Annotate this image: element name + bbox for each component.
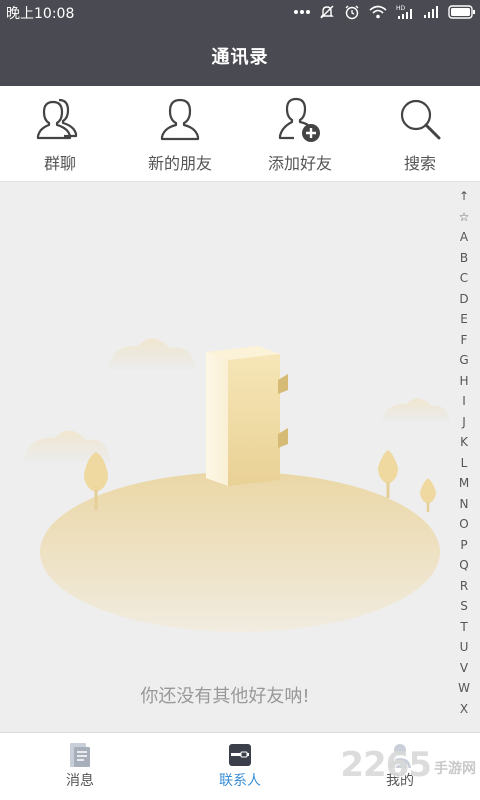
alpha-letter[interactable]: W — [458, 678, 470, 699]
add-friend-icon — [278, 97, 320, 142]
signal-icon — [424, 6, 438, 18]
nav-contacts[interactable]: 联系人 — [160, 733, 320, 800]
new-friend-button[interactable]: 新的朋友 — [120, 86, 240, 182]
alpha-letter[interactable]: S — [460, 596, 468, 617]
alpha-letter[interactable]: H — [459, 371, 468, 392]
alarm-icon — [345, 5, 359, 20]
action-row: 群聊 新的朋友 添加好友 搜索 — [0, 86, 480, 182]
group-chat-label: 群聊 — [43, 154, 76, 173]
alpha-letter[interactable]: E — [460, 309, 468, 330]
new-friend-icon — [160, 98, 200, 141]
add-friend-button[interactable]: 添加好友 — [240, 86, 360, 182]
page-title: 通讯录 — [211, 47, 269, 68]
contacts-list-empty: 你还没有其他好友呐! — [0, 182, 480, 732]
title-bar: 通讯录 — [0, 24, 480, 86]
alpha-letter[interactable]: A — [460, 227, 468, 248]
alpha-letter[interactable]: G — [459, 350, 468, 371]
nav-contacts-label: 联系人 — [219, 773, 261, 789]
alpha-letter[interactable]: J — [462, 412, 466, 433]
alpha-letter[interactable]: D — [459, 289, 468, 310]
alpha-letter[interactable]: L — [461, 453, 468, 474]
group-chat-button[interactable]: 群聊 — [0, 86, 120, 182]
alpha-letter[interactable]: U — [460, 637, 469, 658]
watermark-suffix: 手游网 — [434, 761, 476, 777]
search-icon — [400, 99, 441, 140]
alpha-letter[interactable]: P — [460, 535, 467, 556]
status-bar: 晚上10:08 HD — [0, 0, 480, 24]
empty-message: 你还没有其他好友呐! — [140, 686, 310, 707]
battery-icon — [448, 5, 475, 19]
new-friend-label: 新的朋友 — [147, 154, 212, 173]
alpha-letter[interactable]: O — [459, 514, 468, 535]
alpha-letter[interactable]: ☆ — [459, 207, 470, 228]
alpha-letter[interactable]: Q — [459, 555, 468, 576]
svg-text:HD: HD — [396, 5, 406, 12]
alpha-letter[interactable]: V — [460, 658, 468, 679]
alpha-letter[interactable]: F — [461, 330, 468, 351]
nav-messages-label: 消息 — [66, 773, 94, 789]
alpha-letter[interactable]: X — [460, 699, 468, 720]
status-icons: HD — [294, 2, 476, 22]
status-time: 晚上10:08 — [6, 6, 75, 22]
add-friend-label: 添加好友 — [267, 154, 332, 173]
message-icon — [70, 743, 90, 767]
search-label: 搜索 — [403, 154, 436, 173]
empty-building-illustration — [24, 338, 450, 632]
alpha-letter[interactable]: N — [460, 494, 469, 515]
alpha-letter[interactable]: I — [462, 391, 466, 412]
alpha-letter[interactable]: T — [460, 617, 467, 638]
wifi-icon — [369, 5, 387, 19]
nav-messages[interactable]: 消息 — [0, 733, 160, 800]
mute-icon — [320, 5, 334, 19]
alpha-letter[interactable]: C — [460, 268, 468, 289]
watermark-logo: 2265 手游网 — [340, 740, 476, 790]
alpha-letter[interactable]: ↑ — [459, 186, 469, 207]
alphabet-index[interactable]: ↑ ☆ A B C D E F G H I J K L M N O P Q R … — [456, 186, 472, 719]
alpha-letter[interactable]: R — [460, 576, 468, 597]
search-button[interactable]: 搜索 — [360, 86, 480, 182]
watermark-number: 2265 — [340, 745, 432, 785]
alpha-letter[interactable]: B — [460, 248, 468, 269]
group-chat-icon — [36, 98, 78, 140]
alpha-letter[interactable]: K — [460, 432, 468, 453]
alpha-letter[interactable]: M — [459, 473, 469, 494]
hd-signal-icon: HD — [396, 5, 412, 19]
contacts-icon — [229, 744, 251, 766]
more-dots-icon — [294, 10, 310, 14]
